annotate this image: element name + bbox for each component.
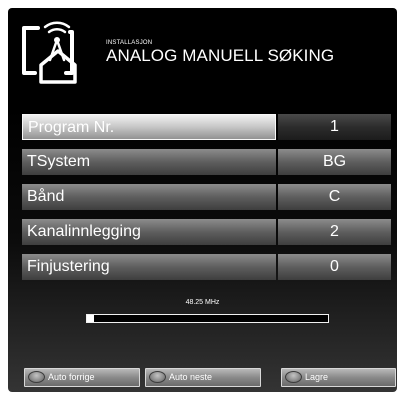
green-key-icon (149, 371, 166, 383)
auto-previous-label: Auto forrige (48, 372, 95, 382)
kanalinnlegging-value[interactable]: 2 (278, 219, 391, 245)
auto-previous-button[interactable]: Auto forrige (24, 368, 140, 387)
menu-label-band: Bånd (22, 184, 276, 210)
scan-progress-bar (86, 314, 329, 323)
menu-row-program-nr[interactable]: Program Nr. 1 (22, 114, 391, 140)
blue-key-icon (285, 371, 302, 383)
save-button[interactable]: Lagre (281, 368, 396, 387)
menu-row-kanalinnlegging[interactable]: Kanalinnlegging 2 (22, 219, 391, 245)
frequency-readout: 48.25 MHz (185, 299, 220, 306)
menu-row-band[interactable]: Bånd C (22, 184, 391, 210)
menu-row-tsystem[interactable]: TSystem BG (22, 149, 391, 175)
band-value[interactable]: C (278, 184, 391, 210)
menu-label-program-nr: Program Nr. (22, 114, 276, 140)
tv-menu-screen: INSTALLASJON ANALOG MANUELL SØKING Progr… (8, 8, 397, 392)
tsystem-value[interactable]: BG (278, 149, 391, 175)
menu-label-kanalinnlegging: Kanalinnlegging (22, 219, 276, 245)
antenna-house-icon (22, 21, 77, 84)
finjustering-value[interactable]: 0 (278, 254, 391, 280)
page-title: ANALOG MANUELL SØKING (106, 46, 335, 65)
menu-label-finjustering: Finjustering (22, 254, 276, 280)
red-key-icon (28, 371, 45, 383)
auto-next-button[interactable]: Auto neste (145, 368, 261, 387)
save-label: Lagre (305, 372, 329, 382)
program-nr-value[interactable]: 1 (278, 114, 391, 140)
auto-next-label: Auto neste (169, 372, 213, 382)
menu-row-finjustering[interactable]: Finjustering 0 (22, 254, 391, 280)
menu-label-tsystem: TSystem (22, 149, 276, 175)
scan-progress-fill (87, 315, 95, 322)
